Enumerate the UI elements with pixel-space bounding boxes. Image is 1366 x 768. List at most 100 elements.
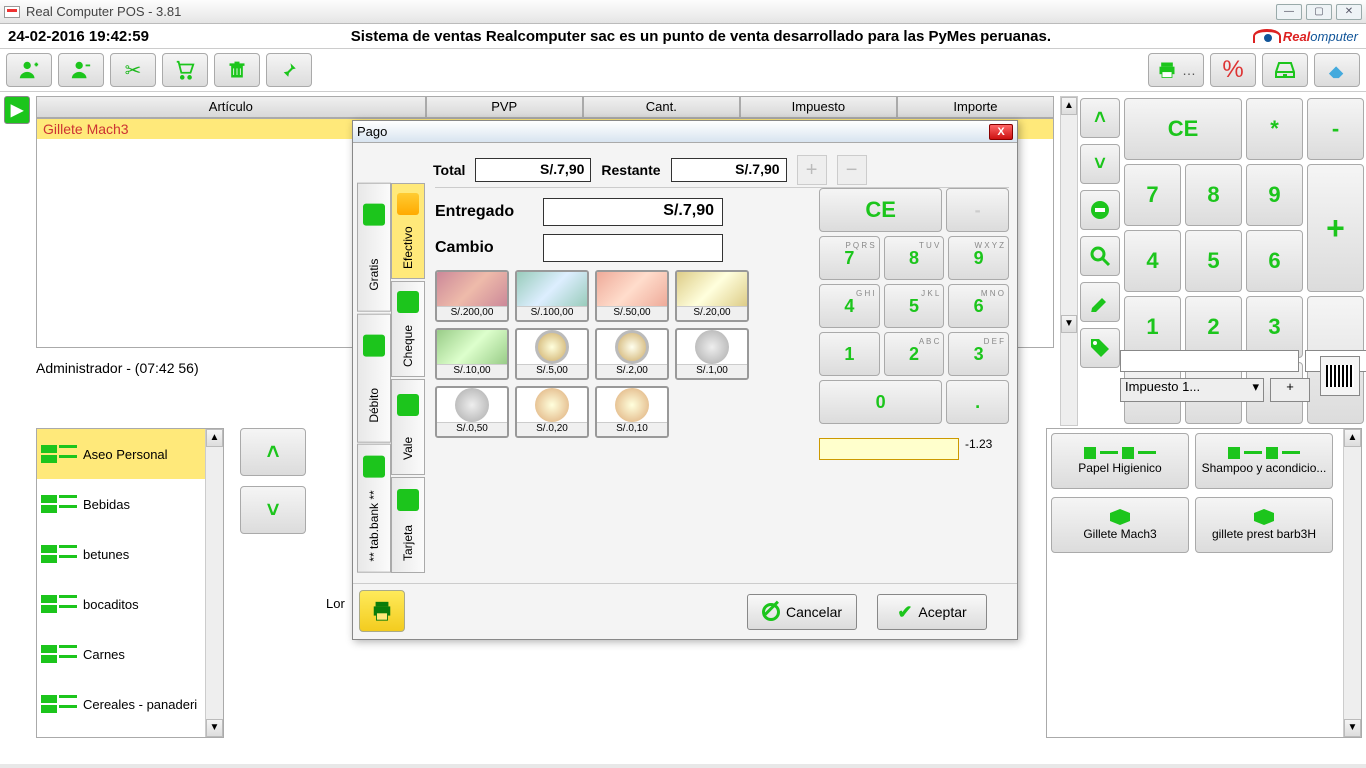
add-user-button[interactable] [6, 53, 52, 87]
total-label: Total [433, 162, 465, 178]
barcode-button[interactable] [1320, 356, 1360, 396]
down-button[interactable]: ˅ [1080, 144, 1120, 184]
dialog-plus-button[interactable]: + [797, 155, 827, 185]
key-minus[interactable]: - [1307, 98, 1364, 160]
dkey-ce[interactable]: CE [819, 188, 942, 232]
key-plus[interactable]: + [1307, 164, 1364, 292]
field-1[interactable] [1120, 350, 1299, 372]
key-8[interactable]: 8 [1185, 164, 1242, 226]
collapse-sidebar-button[interactable]: ▶ [4, 96, 30, 124]
pin-button[interactable] [266, 53, 312, 87]
tab-tarjeta[interactable]: Tarjeta [391, 477, 425, 573]
percent-button[interactable]: % [1210, 53, 1256, 87]
category-item[interactable]: bocaditos [37, 579, 223, 629]
key-5[interactable]: 5 [1185, 230, 1242, 292]
denom-010[interactable]: S/.0,10 [595, 386, 669, 438]
accept-button[interactable]: ✔Aceptar [877, 594, 987, 630]
delete-button[interactable] [214, 53, 260, 87]
print-button[interactable]: … [1148, 53, 1204, 87]
tag-button[interactable] [1080, 328, 1120, 368]
key-6[interactable]: 6 [1246, 230, 1303, 292]
denom-5[interactable]: S/.5,00 [515, 328, 589, 380]
key-9[interactable]: 9 [1246, 164, 1303, 226]
eraser-button[interactable] [1314, 53, 1360, 87]
dkey-minus[interactable]: - [946, 188, 1009, 232]
minus-circle-button[interactable] [1080, 190, 1120, 230]
denom-2[interactable]: S/.2,00 [595, 328, 669, 380]
dkey-2[interactable]: 2A B C [884, 332, 945, 376]
card-icon [363, 334, 385, 356]
product-tile[interactable]: Shampoo y acondicio... [1195, 433, 1333, 489]
key-7[interactable]: 7 [1124, 164, 1181, 226]
tab-bank[interactable]: ** tab.bank ** [357, 444, 391, 573]
denom-200[interactable]: S/.200,00 [435, 270, 509, 322]
dialog-minus-button[interactable]: − [837, 155, 867, 185]
product-scrollbar[interactable]: ▲▼ [1343, 429, 1361, 737]
dialog-close-button[interactable]: X [989, 124, 1013, 140]
dkey-7[interactable]: 7P Q R S [819, 236, 880, 280]
tab-cheque[interactable]: Cheque [391, 281, 425, 377]
col-cant[interactable]: Cant. [583, 96, 740, 118]
denom-20[interactable]: S/.20,00 [675, 270, 749, 322]
dialog-print-button[interactable] [359, 590, 405, 632]
key-star[interactable]: * [1246, 98, 1303, 160]
tab-gratis[interactable]: Gratis [357, 183, 391, 312]
search-button[interactable] [1080, 236, 1120, 276]
denom-020[interactable]: S/.0,20 [515, 386, 589, 438]
tab-efectivo[interactable]: Efectivo [391, 183, 425, 279]
tax-select[interactable]: Impuesto 1... ▾ [1120, 378, 1264, 402]
denom-100[interactable]: S/.100,00 [515, 270, 589, 322]
category-up-button[interactable]: ˄ [240, 428, 306, 476]
dkey-1[interactable]: 1 [819, 332, 880, 376]
key-2[interactable]: 2 [1185, 296, 1242, 358]
key-1[interactable]: 1 [1124, 296, 1181, 358]
product-tile[interactable]: Papel Higienico [1051, 433, 1189, 489]
col-importe[interactable]: Importe [897, 96, 1054, 118]
cut-button[interactable]: ✂ [110, 53, 156, 87]
key-ce[interactable]: CE [1124, 98, 1242, 160]
dkey-8[interactable]: 8T U V [884, 236, 945, 280]
minimize-button[interactable]: — [1276, 4, 1302, 20]
cart-button[interactable] [162, 53, 208, 87]
dkey-5[interactable]: 5J K L [884, 284, 945, 328]
col-pvp[interactable]: PVP [426, 96, 583, 118]
col-impuesto[interactable]: Impuesto [740, 96, 897, 118]
truncated-label: Lor [326, 596, 345, 611]
category-down-button[interactable]: ˅ [240, 486, 306, 534]
denom-50[interactable]: S/.50,00 [595, 270, 669, 322]
grid-header: Artículo PVP Cant. Impuesto Importe [36, 96, 1054, 118]
category-item[interactable]: Bebidas [37, 479, 223, 529]
amount-input[interactable] [819, 438, 959, 460]
dkey-0[interactable]: 0 [819, 380, 942, 424]
dkey-3[interactable]: 3D E F [948, 332, 1009, 376]
cancel-button[interactable]: Cancelar [747, 594, 857, 630]
dkey-6[interactable]: 6M N O [948, 284, 1009, 328]
denom-050[interactable]: S/.0,50 [435, 386, 509, 438]
denom-1[interactable]: S/.1,00 [675, 328, 749, 380]
tab-debito[interactable]: Débito [357, 314, 391, 443]
tax-plus-button[interactable]: + [1270, 378, 1310, 402]
product-tile[interactable]: Gillete Mach3 [1051, 497, 1189, 553]
category-item[interactable]: Cereales - panaderi [37, 679, 223, 729]
category-item[interactable]: betunes [37, 529, 223, 579]
dkey-9[interactable]: 9W X Y Z [948, 236, 1009, 280]
close-button[interactable]: ✕ [1336, 4, 1362, 20]
entregado-value[interactable]: S/.7,90 [543, 198, 723, 226]
col-articulo[interactable]: Artículo [36, 96, 426, 118]
denom-10[interactable]: S/.10,00 [435, 328, 509, 380]
product-tile[interactable]: gillete prest barb3H [1195, 497, 1333, 553]
dkey-4[interactable]: 4G H I [819, 284, 880, 328]
category-scrollbar[interactable]: ▲▼ [205, 429, 223, 737]
category-item[interactable]: Carnes [37, 629, 223, 679]
key-3[interactable]: 3 [1246, 296, 1303, 358]
edit-button[interactable] [1080, 282, 1120, 322]
category-item[interactable]: Aseo Personal [37, 429, 223, 479]
drawer-button[interactable] [1262, 53, 1308, 87]
right-scrollbar[interactable]: ▲▼ [1060, 96, 1078, 426]
up-button[interactable]: ˄ [1080, 98, 1120, 138]
tab-vale[interactable]: Vale [391, 379, 425, 475]
key-4[interactable]: 4 [1124, 230, 1181, 292]
maximize-button[interactable]: ▢ [1306, 4, 1332, 20]
remove-user-button[interactable] [58, 53, 104, 87]
dkey-dot[interactable]: . [946, 380, 1009, 424]
